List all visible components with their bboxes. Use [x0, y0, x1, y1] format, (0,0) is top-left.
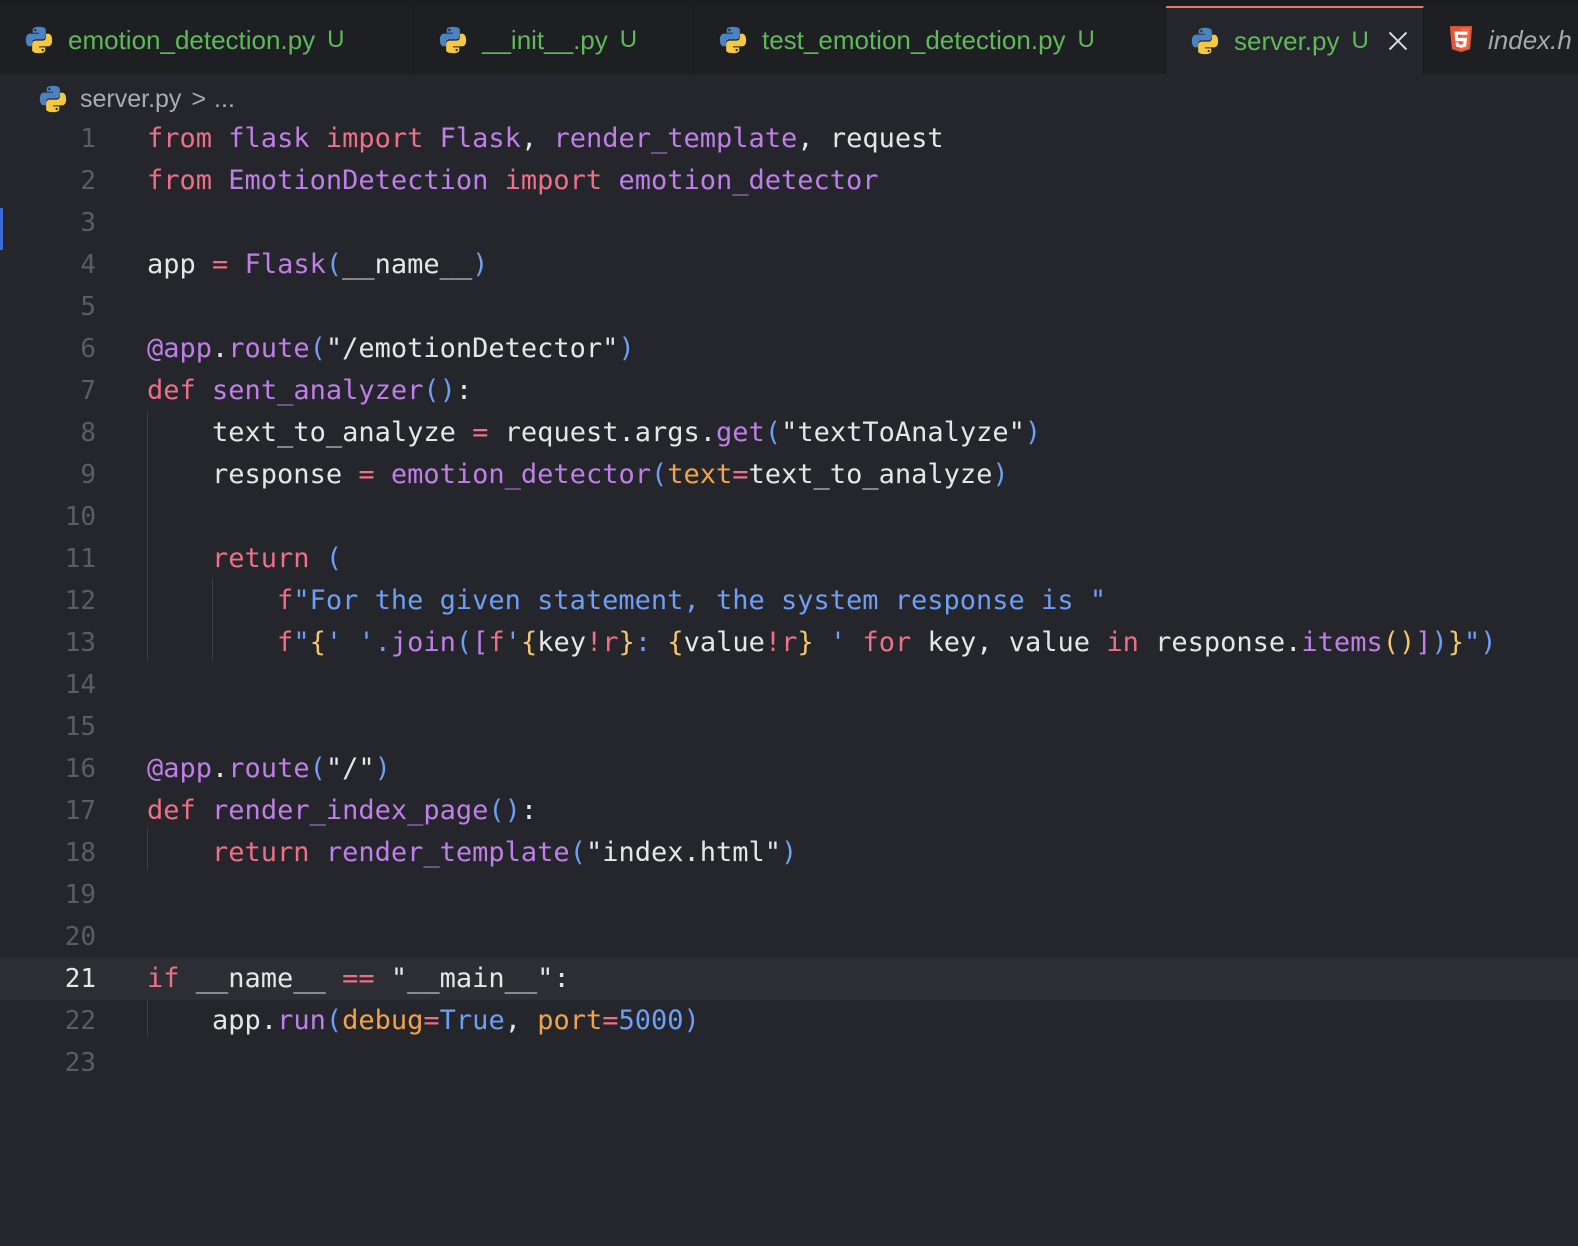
code-line: 11 return ( — [0, 538, 1578, 580]
breadcrumb-file[interactable]: server.py — [80, 85, 181, 114]
python-icon — [439, 26, 467, 54]
line-number: 6 — [80, 334, 96, 364]
line-number: 5 — [80, 292, 96, 322]
line-number: 20 — [64, 922, 96, 952]
tab-status-badge: U — [1351, 27, 1369, 54]
line-number: 15 — [64, 712, 96, 742]
code-line: 13 f"{' '.join([f'{key!r}: {value!r} ' f… — [0, 622, 1578, 664]
line-number: 16 — [64, 754, 96, 784]
tab-emotion-detection[interactable]: emotion_detection.py U — [0, 6, 414, 74]
code-line: 16 @app.route("/") — [0, 748, 1578, 790]
line-number: 9 — [80, 460, 96, 490]
tab-status-badge: U — [619, 26, 638, 53]
tab-index-html[interactable]: index.h — [1424, 6, 1578, 74]
close-tab-icon[interactable] — [1387, 30, 1409, 52]
code-text: f"{' '.join([f'{key!r}: {value!r} ' for … — [277, 627, 1497, 658]
code-line: 12 f"For the given statement, the system… — [0, 580, 1578, 622]
code-text: f"For the given statement, the system re… — [277, 585, 1107, 616]
line-number: 19 — [64, 880, 96, 910]
line-number: 7 — [80, 376, 96, 406]
tab-label: server.py — [1234, 25, 1340, 56]
code-line: 23 — [0, 1042, 1578, 1084]
code-text: return render_template("index.html") — [212, 837, 798, 868]
code-text: if __name__ == "__main__": — [147, 963, 570, 994]
code-line: 6 @app.route("/emotionDetector") — [0, 328, 1578, 370]
code-line-current: 21 if __name__ == "__main__": — [0, 958, 1578, 1000]
python-icon — [39, 85, 67, 113]
line-number: 17 — [64, 796, 96, 826]
code-line: 5 — [0, 286, 1578, 328]
code-text: app = Flask(__name__) — [147, 249, 489, 280]
line-number: 2 — [80, 166, 96, 196]
tab-label: index.h — [1488, 24, 1572, 55]
code-line: 15 — [0, 706, 1578, 748]
code-line: 9 response = emotion_detector(text=text_… — [0, 454, 1578, 496]
breadcrumb-more[interactable]: ... — [214, 85, 235, 114]
python-icon — [1191, 27, 1219, 55]
tab-label: emotion_detection.py — [68, 24, 316, 55]
code-line: 14 — [0, 664, 1578, 706]
tab-label: __init__.py — [482, 24, 608, 55]
code-line: 8 text_to_analyze = request.args.get("te… — [0, 412, 1578, 454]
chevron-right-icon: > — [191, 84, 207, 113]
editor-tab-bar: emotion_detection.py U __init__.py U tes… — [0, 6, 1578, 74]
code-text: @app.route("/emotionDetector") — [147, 333, 635, 364]
code-line: 17 def render_index_page(): — [0, 790, 1578, 832]
code-text: response = emotion_detector(text=text_to… — [212, 459, 1009, 490]
line-number: 1 — [80, 124, 96, 154]
code-line: 19 — [0, 874, 1578, 916]
line-number: 3 — [80, 208, 96, 238]
line-number: 12 — [64, 586, 96, 616]
code-text: @app.route("/") — [147, 753, 391, 784]
python-icon — [719, 26, 747, 54]
code-text: def sent_analyzer(): — [147, 375, 473, 406]
line-number: 4 — [80, 250, 96, 280]
tab-server[interactable]: server.py U — [1166, 6, 1424, 74]
code-line: 18 return render_template("index.html") — [0, 832, 1578, 874]
line-number: 10 — [64, 502, 96, 532]
code-text: app.run(debug=True, port=5000) — [212, 1005, 700, 1036]
code-text: from EmotionDetection import emotion_det… — [147, 165, 879, 196]
line-number: 8 — [80, 418, 96, 448]
code-text: return ( — [212, 543, 343, 574]
line-number: 13 — [64, 628, 96, 658]
code-line: 22 app.run(debug=True, port=5000) — [0, 1000, 1578, 1042]
code-text: def render_index_page(): — [147, 795, 538, 826]
tab-init[interactable]: __init__.py U — [414, 6, 694, 74]
tab-test-emotion-detection[interactable]: test_emotion_detection.py U — [694, 6, 1166, 74]
code-line: 7 def sent_analyzer(): — [0, 370, 1578, 412]
code-line: 20 — [0, 916, 1578, 958]
code-text: from flask import Flask, render_template… — [147, 123, 944, 154]
code-line: 4 app = Flask(__name__) — [0, 244, 1578, 286]
line-number: 18 — [64, 838, 96, 868]
code-line: 10 — [0, 496, 1578, 538]
line-number: 11 — [64, 544, 96, 574]
tab-status-badge: U — [327, 26, 345, 53]
code-line: 3 — [0, 202, 1578, 244]
breadcrumb: server.py > ... — [38, 80, 235, 118]
code-line: 1 from flask import Flask, render_templat… — [0, 118, 1578, 160]
line-number: 23 — [64, 1048, 96, 1078]
line-number: 14 — [64, 670, 96, 700]
line-number: 21 — [64, 964, 96, 994]
code-line: 2 from EmotionDetection import emotion_de… — [0, 160, 1578, 202]
line-number: 22 — [64, 1006, 96, 1036]
tab-status-badge: U — [1077, 26, 1095, 53]
code-text: text_to_analyze = request.args.get("text… — [212, 417, 1042, 448]
python-icon — [25, 26, 53, 54]
html5-icon — [1449, 26, 1473, 53]
tab-label: test_emotion_detection.py — [762, 24, 1066, 55]
